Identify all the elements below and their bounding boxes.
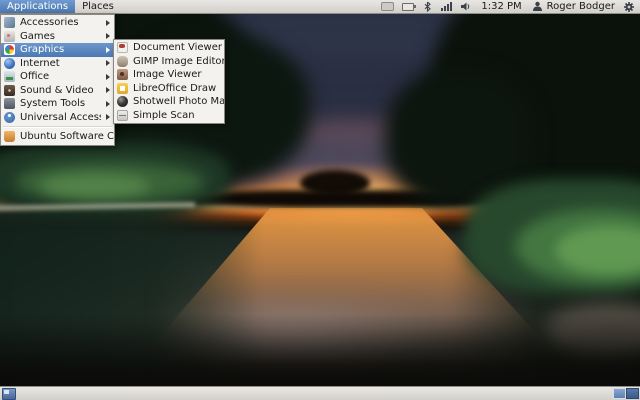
gimp-icon — [117, 56, 128, 67]
sound-video-icon — [4, 85, 15, 96]
menu-separator — [3, 126, 112, 128]
system-tray: 1:32 PM Roger Bodger — [381, 1, 640, 13]
network-signal-icon[interactable] — [441, 2, 452, 11]
bottom-panel — [0, 386, 640, 400]
menu-item-label: Office — [20, 71, 49, 82]
applications-menu: Accessories Games Graphics Internet Office So… — [0, 14, 115, 146]
wallpaper-left-bank — [40, 174, 150, 198]
menu-item-gimp-image-editor[interactable]: GIMP Image Editor — [114, 55, 224, 69]
software-center-icon — [4, 131, 15, 142]
simple-scan-icon — [117, 110, 128, 121]
image-viewer-icon — [117, 69, 128, 80]
wallpaper-bottom-shadow — [0, 314, 640, 386]
workspace-switcher — [613, 388, 639, 399]
menu-item-office[interactable]: Office — [1, 70, 114, 84]
battery-icon[interactable] — [402, 3, 414, 11]
menu-item-image-viewer[interactable]: Image Viewer — [114, 68, 224, 82]
messages-indicator-icon[interactable] — [381, 2, 394, 11]
menu-item-libreoffice-draw[interactable]: LibreOffice Draw — [114, 82, 224, 96]
user-menu[interactable]: Roger Bodger — [532, 1, 615, 12]
menu-item-label: Document Viewer — [133, 42, 222, 53]
menu-item-label: GIMP Image Editor — [133, 56, 224, 67]
menu-item-label: Shotwell Photo Manager — [133, 96, 224, 107]
menu-item-label: LibreOffice Draw — [133, 83, 216, 94]
user-icon — [532, 1, 543, 12]
menu-item-ubuntu-software-center[interactable]: Ubuntu Software Center — [1, 130, 114, 144]
submenu-arrow-icon — [106, 114, 110, 120]
menu-item-label: Accessories — [20, 17, 79, 28]
session-gear-icon[interactable] — [623, 1, 635, 13]
submenu-arrow-icon — [106, 60, 110, 66]
office-icon — [4, 71, 15, 82]
menu-item-label: System Tools — [20, 98, 85, 109]
games-icon — [4, 31, 15, 42]
submenu-arrow-icon — [106, 20, 110, 26]
system-tools-icon — [4, 98, 15, 109]
menu-item-label: Universal Access — [20, 112, 101, 123]
menu-item-label: Simple Scan — [133, 110, 195, 121]
universal-access-icon — [4, 112, 15, 123]
menu-item-label: Internet — [20, 58, 60, 69]
document-viewer-icon — [117, 42, 128, 53]
shotwell-icon — [117, 96, 128, 107]
applications-menu-label: Applications — [7, 1, 68, 12]
menu-item-simple-scan[interactable]: Simple Scan — [114, 109, 224, 123]
graphics-submenu: Document Viewer GIMP Image Editor Image Vi… — [113, 39, 225, 124]
workspace-1[interactable] — [613, 388, 626, 399]
menu-item-label: Image Viewer — [133, 69, 202, 80]
submenu-arrow-icon — [106, 47, 110, 53]
graphics-icon — [4, 44, 15, 55]
desktop: Applications Places 1:32 PM Roger Bodger — [0, 0, 640, 400]
menu-item-universal-access[interactable]: Universal Access — [1, 111, 114, 125]
menu-item-label: Games — [20, 31, 55, 42]
libreoffice-draw-icon — [117, 83, 128, 94]
menu-item-internet[interactable]: Internet — [1, 57, 114, 71]
clock[interactable]: 1:32 PM — [481, 1, 521, 12]
submenu-arrow-icon — [106, 74, 110, 80]
workspace-2[interactable] — [626, 388, 639, 399]
menu-item-label: Sound & Video — [20, 85, 94, 96]
user-name: Roger Bodger — [547, 1, 615, 12]
menu-item-accessories[interactable]: Accessories — [1, 16, 114, 30]
menu-item-label: Graphics — [20, 44, 64, 55]
accessories-icon — [4, 17, 15, 28]
places-menu-label: Places — [82, 1, 114, 12]
applications-menu-button[interactable]: Applications — [0, 0, 75, 13]
places-menu-button[interactable]: Places — [75, 0, 121, 13]
submenu-arrow-icon — [106, 87, 110, 93]
menu-item-document-viewer[interactable]: Document Viewer — [114, 41, 224, 55]
menu-item-system-tools[interactable]: System Tools — [1, 97, 114, 111]
show-desktop-button[interactable] — [2, 388, 16, 400]
menu-item-graphics[interactable]: Graphics — [1, 43, 114, 57]
bluetooth-icon[interactable] — [422, 1, 433, 12]
menu-item-label: Ubuntu Software Center — [20, 131, 114, 142]
menu-item-sound-video[interactable]: Sound & Video — [1, 84, 114, 98]
top-panel: Applications Places 1:32 PM Roger Bodger — [0, 0, 640, 14]
submenu-arrow-icon — [106, 33, 110, 39]
internet-icon — [4, 58, 15, 69]
menu-item-shotwell-photo-manager[interactable]: Shotwell Photo Manager — [114, 95, 224, 109]
submenu-arrow-icon — [106, 101, 110, 107]
menu-item-games[interactable]: Games — [1, 30, 114, 44]
volume-icon[interactable] — [460, 1, 471, 12]
